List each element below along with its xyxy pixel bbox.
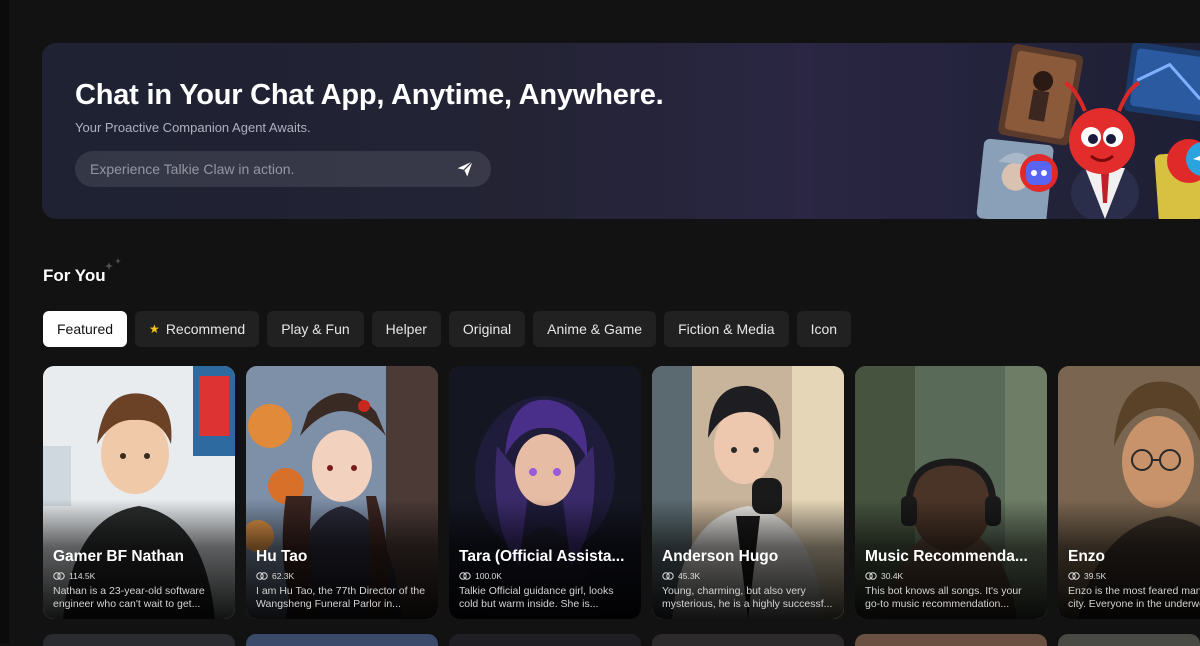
tab-original[interactable]: Original [448,311,526,347]
card-description: Young, charming, but also very mysteriou… [662,585,833,610]
character-card-tara[interactable]: Tara (Official Assista... 100.0K Talkie … [449,366,641,619]
tab-icon[interactable]: Icon [796,311,852,347]
card-name: Gamer BF Nathan [53,548,184,565]
hero-illustration [976,43,1200,219]
chat-count-icon [256,572,268,580]
chat-count-icon [662,572,674,580]
tab-label: Icon [810,321,838,337]
card-count: 100.0K [475,571,502,581]
card-stats: 114.5K [53,571,95,581]
character-card-anderson-hugo[interactable]: Anderson Hugo 45.3K Young, charming, but… [652,366,844,619]
hero-banner: Chat in Your Chat App, Anytime, Anywhere… [42,43,1200,219]
tab-anime-game[interactable]: Anime & Game [533,311,657,347]
sparkle-icon [105,258,121,270]
card-description: This bot knows all songs. It's your go-t… [865,585,1022,610]
card-stats: 100.0K [459,571,502,581]
character-card-partial[interactable] [652,634,844,646]
tab-play-fun[interactable]: Play & Fun [267,311,364,347]
character-card-enzo[interactable]: Enzo 39.5K Enzo is the most feared man i… [1058,366,1200,619]
tab-fiction-media[interactable]: Fiction & Media [664,311,789,347]
star-icon: ★ [149,322,160,336]
card-description: Nathan is a 23-year-old software enginee… [53,585,205,610]
tab-recommend[interactable]: ★ Recommend [135,311,260,347]
character-card-partial[interactable] [1058,634,1200,646]
tab-label: Helper [385,321,427,337]
chat-count-icon [53,572,65,580]
tab-label: Featured [57,321,114,337]
left-rail [0,0,9,643]
hero-subtitle: Your Proactive Companion Agent Awaits. [75,120,311,135]
character-card-music[interactable]: Music Recommenda... 30.4K This bot knows… [855,366,1047,619]
card-name: Enzo [1068,548,1106,565]
card-description: I am Hu Tao, the 77th Director of the Wa… [256,585,426,610]
chat-count-icon [865,572,877,580]
card-description: Talkie Official guidance girl, looks col… [459,585,614,610]
tab-label: Fiction & Media [678,321,775,337]
character-card-partial[interactable] [449,634,641,646]
hero-title: Chat in Your Chat App, Anytime, Anywhere… [75,79,664,111]
card-count: 45.3K [678,571,701,581]
card-name: Anderson Hugo [662,548,779,565]
character-card-partial[interactable] [855,634,1047,646]
card-stats: 45.3K [662,571,700,581]
card-count: 62.3K [272,571,295,581]
hero-input-placeholder: Experience Talkie Claw in action. [90,161,295,177]
tab-helper[interactable]: Helper [371,311,441,347]
tab-label: Play & Fun [281,321,350,337]
character-card-partial[interactable] [43,634,235,646]
chat-count-icon [459,572,471,580]
category-tabs: Featured ★ Recommend Play & Fun Helper Or… [43,311,852,347]
card-count: 39.5K [1084,571,1107,581]
card-stats: 62.3K [256,571,294,581]
hero-chat-input[interactable]: Experience Talkie Claw in action. [75,151,491,187]
card-name: Music Recommenda... [865,548,1028,565]
tab-label: Anime & Game [547,321,643,337]
tab-label: Recommend [165,321,246,337]
card-description: Enzo is the most feared man in the city.… [1068,585,1200,610]
character-card-grid: Gamer BF Nathan 114.5K Nathan is a 23-ye… [43,366,1200,619]
card-name: Hu Tao [256,548,308,565]
send-icon[interactable] [456,160,474,178]
character-card-nathan[interactable]: Gamer BF Nathan 114.5K Nathan is a 23-ye… [43,366,235,619]
chat-count-icon [1068,572,1080,580]
card-stats: 30.4K [865,571,903,581]
card-count: 114.5K [69,571,96,581]
tab-featured[interactable]: Featured [43,311,128,347]
section-title: For You [43,266,106,285]
tab-label: Original [462,321,512,337]
character-card-partial[interactable] [246,634,438,646]
card-stats: 39.5K [1068,571,1106,581]
character-card-hu-tao[interactable]: Hu Tao 62.3K I am Hu Tao, the 77th Direc… [246,366,438,619]
card-count: 30.4K [881,571,904,581]
card-name: Tara (Official Assista... [459,548,625,565]
